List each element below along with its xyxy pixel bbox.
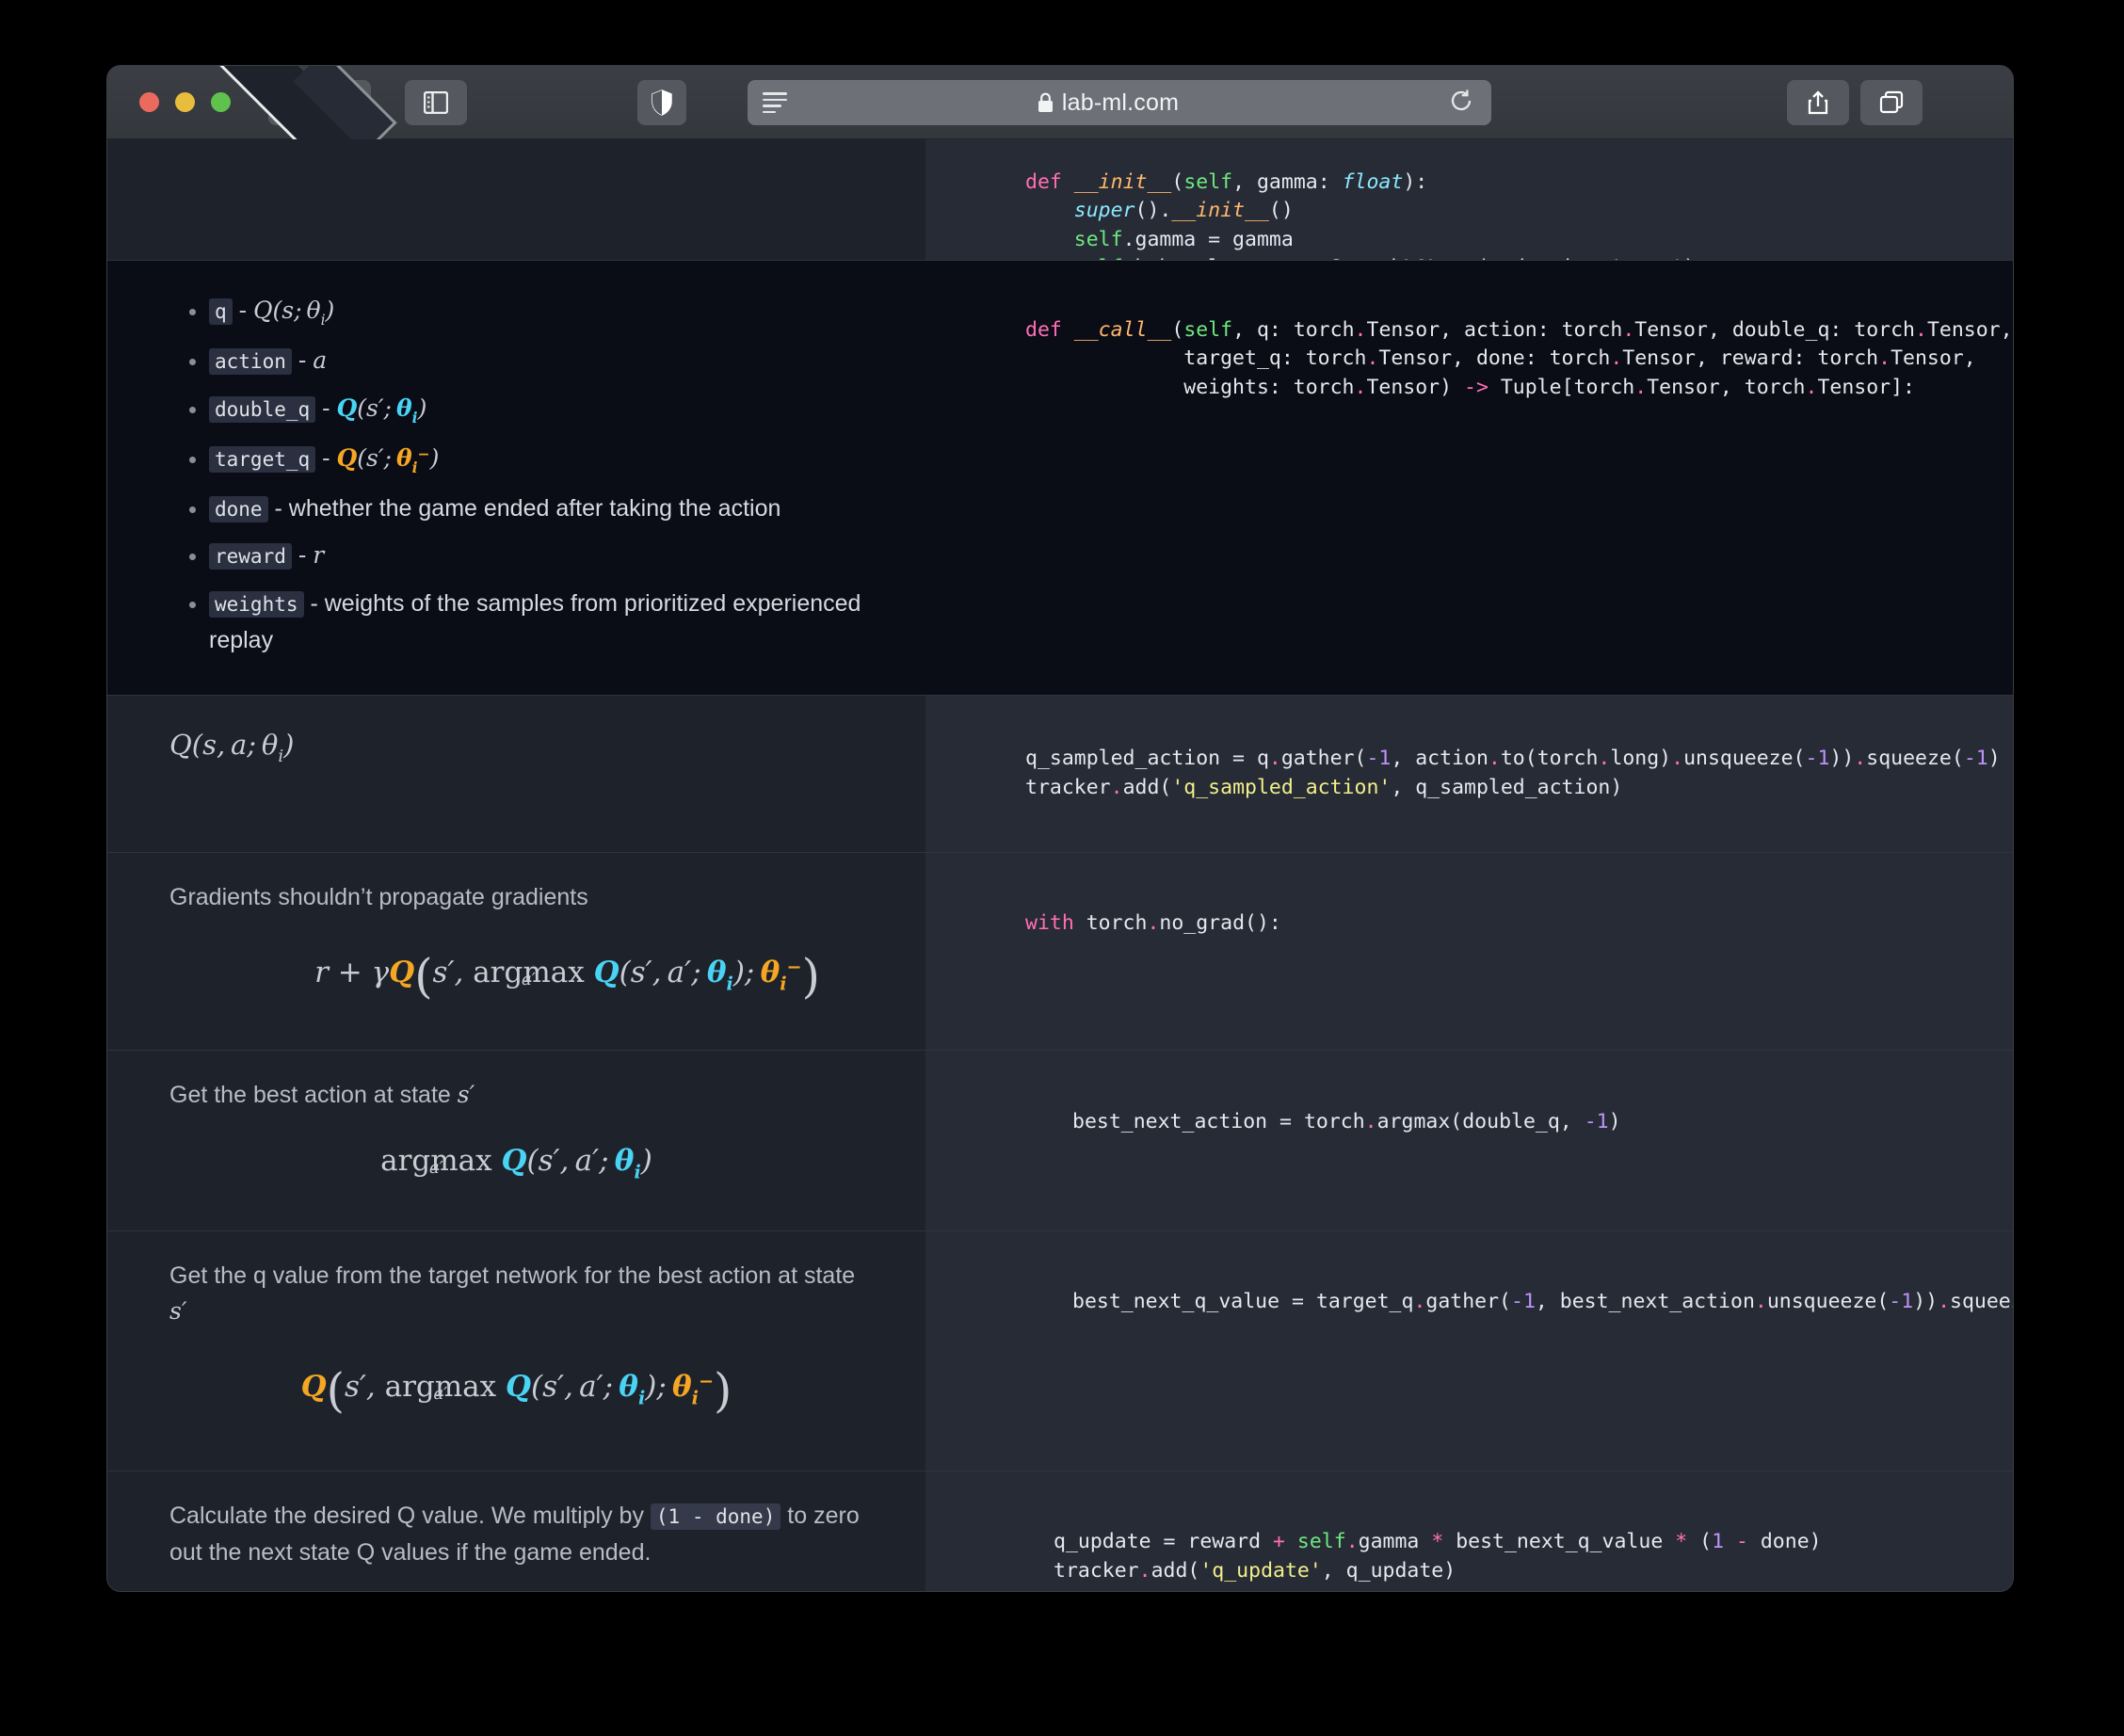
variable-description: - whether the game ended after taking th… xyxy=(274,494,781,522)
row-description: Calculate the desired Q value. We multip… xyxy=(169,1498,863,1571)
shield-icon xyxy=(652,89,672,116)
code-line: def __call__(self, q: torch.Tensor, acti… xyxy=(1025,317,2013,399)
math-expression: Q(s′; θi−) xyxy=(336,443,440,476)
tab-overview-icon xyxy=(1879,90,1904,114)
browser-window: lab-ml.com def __init__(self, gamma: flo… xyxy=(107,66,2013,1591)
dash: - xyxy=(322,443,330,472)
address-bar[interactable]: lab-ml.com xyxy=(748,80,1491,125)
code-line: q_update = reward + self.gamma * best_ne… xyxy=(1054,1530,1822,1583)
share-icon xyxy=(1808,90,1828,115)
variable-list: q - Q(s; θi) action - a double_q - Q(s′;… xyxy=(169,293,863,659)
forward-button[interactable] xyxy=(292,66,397,154)
sidebar-button-wrap xyxy=(405,79,467,125)
row-doc-cell: Get the best action at state s′ argmax a′… xyxy=(107,1051,925,1230)
row-code-cell: with torch.no_grad(): xyxy=(925,852,2013,1051)
dash: - xyxy=(238,297,248,324)
url-display: lab-ml.com xyxy=(768,89,1448,117)
row-description: Get the q value from the target network … xyxy=(169,1258,863,1331)
toolbar-right-group xyxy=(1787,80,1923,125)
row-doc-cell: q - Q(s; θi) action - a double_q - Q(s′;… xyxy=(107,261,925,695)
code-chip: q xyxy=(209,298,233,325)
math-expression: r xyxy=(313,541,325,570)
math-expression: a xyxy=(313,346,328,374)
reload-button[interactable] xyxy=(1448,88,1474,119)
math-expression: Q(s, a; θi) xyxy=(169,728,295,766)
privacy-shield-button[interactable] xyxy=(637,80,686,125)
math-expression: Q(s; θi) xyxy=(253,297,335,329)
math-expression: r + γQ(s′, argmax a′ Q(s′, a′; θi); θi−) xyxy=(314,948,820,1004)
row-doc-cell: Q(s, a; θi) xyxy=(107,695,925,852)
code-line: def __init__(self, gamma: float): super(… xyxy=(1025,169,1696,260)
dash: - xyxy=(298,541,307,570)
variable-description: - weights of the samples from prioritize… xyxy=(209,590,861,653)
math-expression: Q(s′, argmax a′ Q(s′, a′; θi); θi−) xyxy=(300,1363,732,1419)
code-chip: target_q xyxy=(209,445,316,473)
tab-overview-button[interactable] xyxy=(1860,80,1923,125)
list-item: action - a xyxy=(209,343,863,379)
row-doc-cell: Gradients shouldn’t propagate gradients … xyxy=(107,852,925,1051)
code-line: q_sampled_action = q.gather(-1, action.t… xyxy=(1025,747,2001,799)
code-line: with torch.no_grad(): xyxy=(1025,911,1281,936)
row-doc-cell xyxy=(107,139,925,260)
list-item: double_q - Q(s′; θi) xyxy=(209,391,863,429)
table-row: Get the q value from the target network … xyxy=(107,1230,2013,1471)
minimize-window-button[interactable] xyxy=(175,92,195,112)
code-line: best_next_q_value = target_q.gather(-1, … xyxy=(1072,1290,2013,1314)
math-inline: s′ xyxy=(169,1297,187,1326)
row-doc-cell: Calculate the desired Q value. We multip… xyxy=(107,1471,925,1591)
math-expression: argmax a′ Q(s′, a′; θi) xyxy=(380,1144,652,1183)
table-row: def __init__(self, gamma: float): super(… xyxy=(107,139,2013,260)
lock-icon xyxy=(1038,92,1053,112)
list-item: weights - weights of the samples from pr… xyxy=(209,586,863,659)
show-sidebar-button[interactable] xyxy=(405,79,467,125)
list-item: done - whether the game ended after taki… xyxy=(209,490,863,527)
table-row: Q(s, a; θi) q_sampled_action = q.gather(… xyxy=(107,694,2013,852)
code-chip: double_q xyxy=(209,395,316,423)
code-chip: weights xyxy=(209,591,304,619)
list-item: q - Q(s; θi) xyxy=(209,293,863,331)
table-row: Gradients shouldn’t propagate gradients … xyxy=(107,851,2013,1051)
window-traffic-lights xyxy=(139,92,231,112)
code-chip: (1 - done) xyxy=(650,1503,781,1530)
dash: - xyxy=(322,394,330,422)
math-inline: s′ xyxy=(457,1081,475,1109)
table-row-highlighted: q - Q(s; θi) action - a double_q - Q(s′;… xyxy=(107,260,2013,695)
row-code-cell: best_next_q_value = target_q.gather(-1, … xyxy=(925,1230,2013,1471)
navigation-buttons xyxy=(107,66,604,411)
row-description-text: Get the best action at state xyxy=(169,1082,451,1109)
code-line: best_next_action = torch.argmax(double_q… xyxy=(1072,1109,1621,1133)
row-description-text: Get the q value from the target network … xyxy=(169,1262,856,1289)
row-description-text: Calculate the desired Q value. We multip… xyxy=(169,1502,644,1529)
sidebar-icon xyxy=(424,90,448,114)
reload-icon xyxy=(1451,89,1472,110)
table-row: Get the best action at state s′ argmax a′… xyxy=(107,1050,2013,1230)
dash: - xyxy=(298,346,307,374)
list-item: reward - r xyxy=(209,538,863,574)
code-chip: action xyxy=(209,347,292,375)
math-expression: Q(s′; θi) xyxy=(336,394,427,426)
row-code-cell: def __init__(self, gamma: float): super(… xyxy=(925,139,2013,260)
row-code-cell: best_next_action = torch.argmax(double_q… xyxy=(925,1051,2013,1230)
code-chip: reward xyxy=(209,543,292,571)
row-description: Gradients shouldn’t propagate gradients xyxy=(169,883,588,910)
code-chip: done xyxy=(209,495,268,522)
close-window-button[interactable] xyxy=(139,92,159,112)
list-item: target_q - Q(s′; θi−) xyxy=(209,441,863,479)
browser-toolbar: lab-ml.com xyxy=(107,66,2013,411)
share-button[interactable] xyxy=(1787,80,1849,125)
row-code-cell: q_update = reward + self.gamma * best_ne… xyxy=(925,1471,2013,1591)
row-doc-cell: Get the q value from the target network … xyxy=(107,1230,925,1471)
page-content: def __init__(self, gamma: float): super(… xyxy=(107,139,2013,1591)
row-description: Get the best action at state s′ xyxy=(169,1077,863,1114)
row-code-cell: q_sampled_action = q.gather(-1, action.t… xyxy=(925,695,2013,852)
url-text: lab-ml.com xyxy=(1061,88,1180,116)
table-row: Calculate the desired Q value. We multip… xyxy=(107,1470,2013,1591)
row-code-cell: def __call__(self, q: torch.Tensor, acti… xyxy=(925,261,2013,695)
maximize-window-button[interactable] xyxy=(211,92,231,112)
